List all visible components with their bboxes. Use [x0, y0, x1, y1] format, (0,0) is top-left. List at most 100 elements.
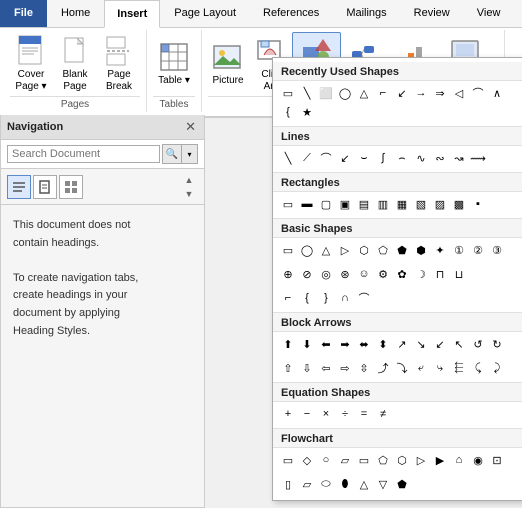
shape-item[interactable]: ▶ [431, 451, 449, 469]
shape-item[interactable]: ⤴ [374, 359, 392, 377]
shape-item[interactable]: ⊔ [450, 265, 468, 283]
shape-item[interactable]: ↙ [336, 149, 354, 167]
shape-item[interactable]: ▨ [431, 195, 449, 213]
shape-item[interactable]: ① [450, 241, 468, 259]
shape-item[interactable]: ↖ [450, 335, 468, 353]
shape-item[interactable]: ▧ [412, 195, 430, 213]
page-break-button[interactable]: PageBreak [98, 32, 140, 96]
search-dropdown-button[interactable]: ▾ [182, 144, 198, 164]
shape-item[interactable]: ⬱ [450, 359, 468, 377]
shape-item[interactable]: ◁ [450, 84, 468, 102]
nav-view-results-button[interactable] [59, 175, 83, 199]
shape-item[interactable]: ▷ [412, 451, 430, 469]
shape-item[interactable]: ⬌ [355, 335, 373, 353]
shape-item[interactable]: ◯ [336, 84, 354, 102]
shape-item[interactable]: ▭ [279, 241, 297, 259]
table-button[interactable]: Table ▾ [153, 32, 195, 96]
shape-item[interactable]: ⬡ [355, 241, 373, 259]
shape-item[interactable]: ⇩ [298, 359, 316, 377]
blank-page-button[interactable]: BlankPage [54, 32, 96, 96]
shape-item[interactable]: ⬇ [298, 335, 316, 353]
shape-item[interactable]: ⌂ [450, 451, 468, 469]
shape-item[interactable]: ③ [488, 241, 506, 259]
shape-item[interactable]: ∫ [374, 149, 392, 167]
shape-item[interactable]: ◎ [317, 265, 335, 283]
tab-home[interactable]: Home [48, 0, 103, 27]
shape-item[interactable]: ▥ [374, 195, 392, 213]
shape-item[interactable]: ⌒ [355, 289, 373, 307]
shape-item[interactable]: ≠ [374, 405, 392, 423]
tab-references[interactable]: References [250, 0, 332, 27]
shape-item[interactable]: ⇳ [355, 359, 373, 377]
search-input[interactable] [7, 145, 160, 163]
shape-item[interactable]: ⊛ [336, 265, 354, 283]
nav-arrow-down[interactable]: ▼ [180, 187, 198, 200]
shape-item[interactable]: ▽ [374, 475, 392, 493]
shape-item[interactable]: ↙ [431, 335, 449, 353]
shape-item[interactable]: ▭ [279, 451, 297, 469]
tab-page-layout[interactable]: Page Layout [161, 0, 249, 27]
shape-item[interactable]: ⬠ [374, 241, 392, 259]
shape-item[interactable]: ⊘ [298, 265, 316, 283]
tab-mailings[interactable]: Mailings [333, 0, 399, 27]
shape-item[interactable]: ▦ [393, 195, 411, 213]
shape-item[interactable]: ▤ [355, 195, 373, 213]
shape-item[interactable]: ⬭ [317, 475, 335, 493]
shape-item[interactable]: ✿ [393, 265, 411, 283]
shape-item[interactable]: ⬜ [317, 84, 335, 102]
shape-item[interactable]: ▭ [355, 451, 373, 469]
cover-page-button[interactable]: CoverPage ▾ [10, 32, 52, 96]
shape-item[interactable]: △ [355, 84, 373, 102]
navigation-close-button[interactable]: ✕ [183, 119, 198, 135]
shape-item[interactable]: ✦ [431, 241, 449, 259]
shape-item[interactable]: ▯ [279, 475, 297, 493]
shape-item[interactable]: ⤷ [431, 359, 449, 377]
shape-item[interactable]: ☺ [355, 265, 373, 283]
shape-item[interactable]: ◇ [298, 451, 316, 469]
shape-item[interactable]: ╲ [298, 84, 316, 102]
shape-item[interactable]: ⤸ [488, 359, 506, 377]
shape-item[interactable]: ⬮ [336, 475, 354, 493]
shape-item[interactable]: ∧ [488, 84, 506, 102]
shape-item[interactable]: ⤶ [412, 359, 430, 377]
shape-item[interactable]: → [412, 84, 430, 102]
shape-item[interactable]: ⬟ [393, 475, 411, 493]
shape-item[interactable]: ⚙ [374, 265, 392, 283]
shape-item[interactable]: ⬢ [412, 241, 430, 259]
shape-item[interactable]: ○ [317, 451, 335, 469]
shape-item[interactable]: △ [355, 475, 373, 493]
shape-item[interactable]: ↻ [488, 335, 506, 353]
shape-item[interactable]: ▭ [279, 195, 297, 213]
shape-item[interactable]: ÷ [336, 405, 354, 423]
shape-item[interactable]: ⇒ [431, 84, 449, 102]
shape-item[interactable]: ▭ [279, 84, 297, 102]
shape-item[interactable]: ☽ [412, 265, 430, 283]
shape-item[interactable]: ⇦ [317, 359, 335, 377]
shape-item[interactable]: ∩ [336, 289, 354, 307]
shape-item[interactable]: ⌣ [355, 149, 373, 167]
shape-item[interactable]: ⟿ [469, 149, 487, 167]
shape-item[interactable]: ▱ [336, 451, 354, 469]
shape-item[interactable]: ⌐ [374, 84, 392, 102]
shape-item[interactable]: ▩ [450, 195, 468, 213]
tab-review[interactable]: Review [401, 0, 463, 27]
shape-item[interactable]: ↙ [393, 84, 411, 102]
shape-item[interactable]: ⌐ [279, 289, 297, 307]
shape-item[interactable]: ∾ [431, 149, 449, 167]
shape-item[interactable]: ▢ [317, 195, 335, 213]
shape-item[interactable]: { [298, 289, 316, 307]
tab-view[interactable]: View [464, 0, 514, 27]
shape-item[interactable]: ⌒ [317, 149, 335, 167]
shape-item[interactable]: ⤵ [393, 359, 411, 377]
shape-item[interactable]: ◯ [298, 241, 316, 259]
nav-arrow-up[interactable]: ▲ [180, 173, 198, 186]
shape-item[interactable]: ⬅ [317, 335, 335, 353]
shape-item[interactable]: ★ [298, 103, 316, 121]
shape-item[interactable]: ⬟ [393, 241, 411, 259]
shape-item[interactable]: ➡ [336, 335, 354, 353]
picture-button[interactable]: Picture [208, 32, 248, 96]
shape-item[interactable]: ▷ [336, 241, 354, 259]
shape-item[interactable]: ▱ [298, 475, 316, 493]
shape-item[interactable]: ↗ [393, 335, 411, 353]
tab-file[interactable]: File [0, 0, 47, 27]
